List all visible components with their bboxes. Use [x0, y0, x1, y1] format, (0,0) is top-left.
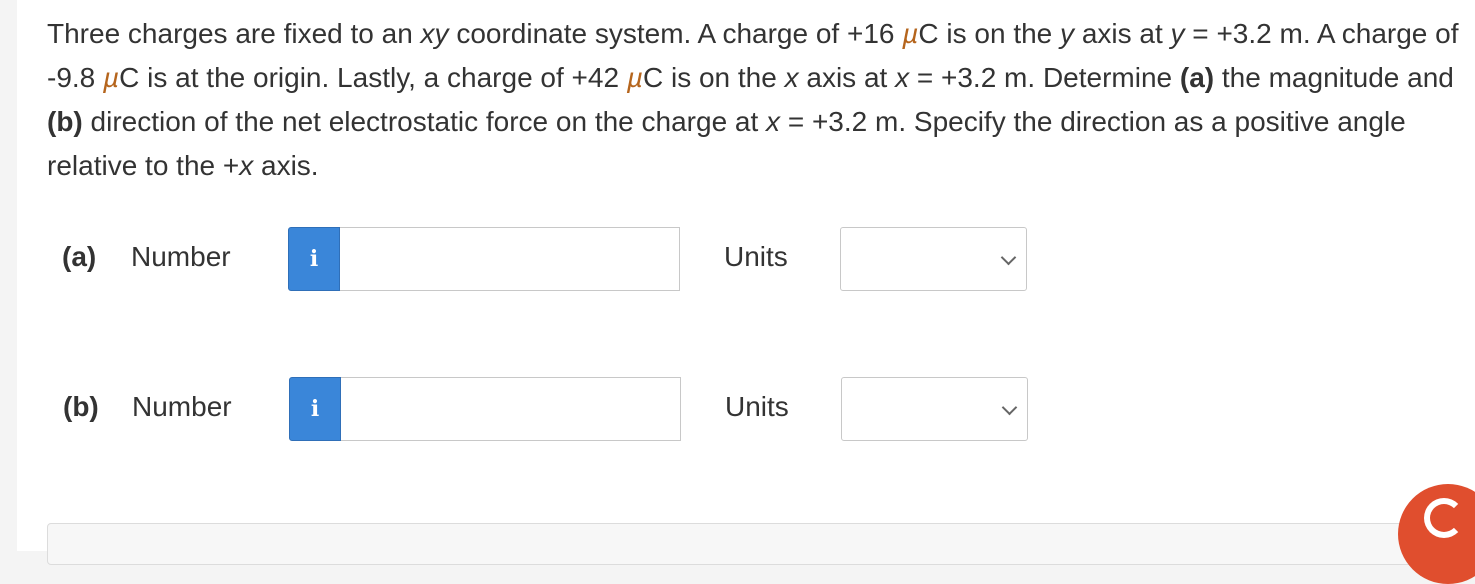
info-icon[interactable]: i [289, 377, 341, 441]
mu-symbol: µ [626, 62, 643, 93]
units-label: Units [724, 241, 788, 272]
mu-symbol: µ [902, 18, 919, 49]
number-input-b[interactable] [341, 377, 681, 441]
info-icon[interactable]: i [288, 227, 340, 291]
mu-symbol: µ [103, 62, 120, 93]
number-label: Number [132, 391, 232, 422]
chevron-down-icon [1000, 249, 1017, 266]
number-input-a[interactable] [340, 227, 680, 291]
bottom-panel [47, 523, 1475, 565]
chevron-down-icon [1001, 399, 1018, 416]
part-label: (b) [63, 391, 99, 422]
units-select-a[interactable] [840, 227, 1027, 291]
problem-statement: Three charges are fixed to an xy coordin… [47, 18, 1459, 181]
help-logo-icon [1424, 498, 1464, 538]
number-label: Number [131, 241, 231, 272]
units-select-b[interactable] [841, 377, 1028, 441]
part-label: (a) [62, 241, 97, 272]
units-label: Units [725, 391, 789, 422]
